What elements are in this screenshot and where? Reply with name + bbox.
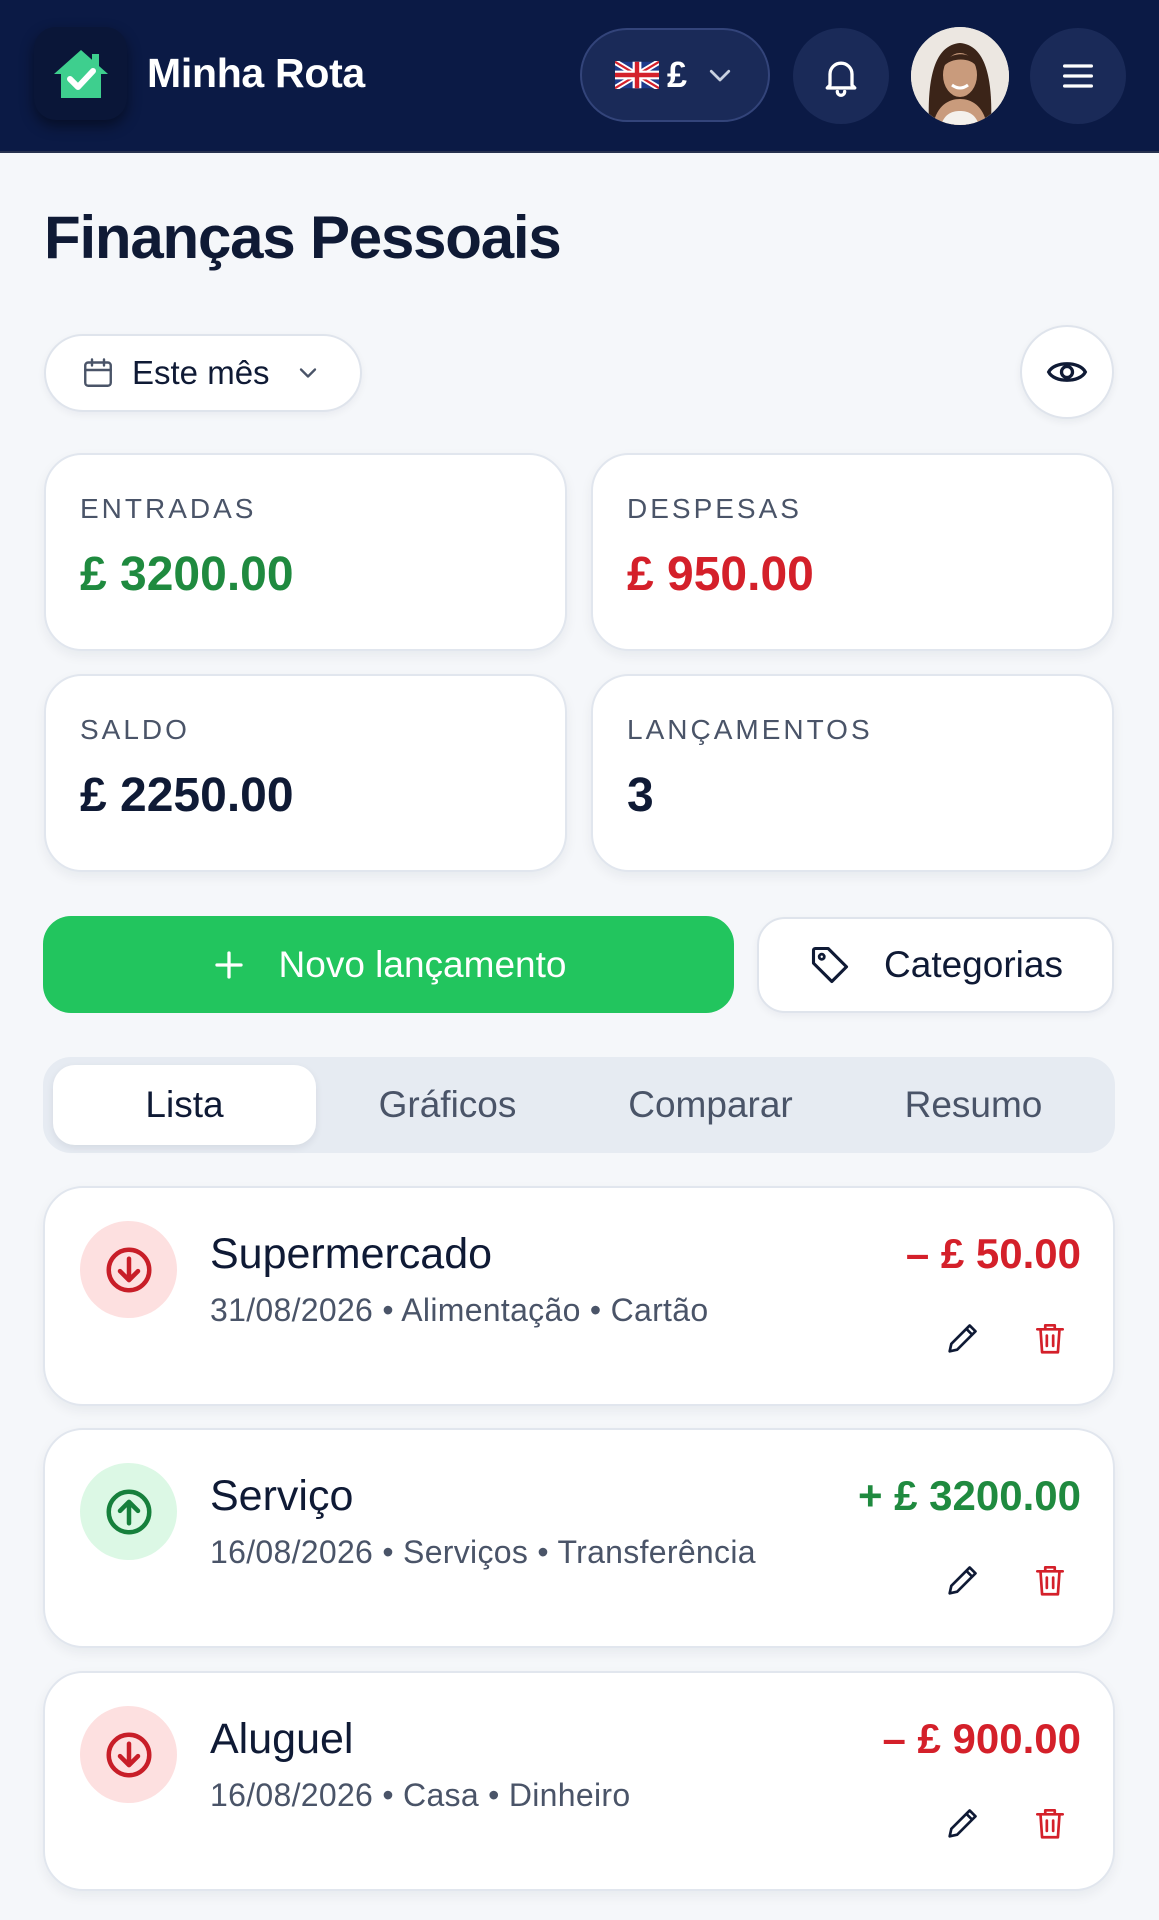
- tab-lista[interactable]: Lista: [53, 1065, 316, 1145]
- stat-card-saldo: SALDO £ 2250.00: [44, 674, 567, 872]
- transaction-card[interactable]: Supermercado 31/08/2026 • Alimentação • …: [43, 1186, 1115, 1406]
- transaction-title: Serviço: [210, 1472, 354, 1520]
- transaction-date: 16/08/2026: [210, 1777, 374, 1813]
- transaction-method: Dinheiro: [508, 1777, 631, 1813]
- notifications-button[interactable]: [793, 28, 889, 124]
- transaction-category: Casa: [403, 1777, 479, 1813]
- transaction-title: Supermercado: [210, 1230, 493, 1278]
- trash-icon: [1035, 1565, 1065, 1596]
- trash-icon: [1035, 1808, 1065, 1839]
- arrow-down-circle-icon: [106, 1247, 151, 1292]
- transaction-amount: – £ 50.00: [905, 1230, 1081, 1277]
- transaction-method: Cartão: [610, 1292, 709, 1328]
- page-title: Finanças Pessoais: [44, 204, 562, 271]
- eye-icon: [1046, 362, 1088, 382]
- stat-label: DESPESAS: [627, 493, 802, 524]
- currency-selector[interactable]: £: [580, 28, 770, 122]
- transaction-meta: 16/08/2026 • Serviços • Transferência: [210, 1534, 756, 1570]
- edit-button[interactable]: [938, 1555, 988, 1605]
- toggle-visibility-button[interactable]: [1020, 325, 1114, 419]
- transaction-title: Aluguel: [210, 1715, 354, 1763]
- delete-button[interactable]: [1025, 1555, 1075, 1605]
- pencil-icon: [948, 1324, 977, 1353]
- edit-button[interactable]: [938, 1313, 988, 1363]
- tab-resumo[interactable]: Resumo: [842, 1065, 1105, 1145]
- new-entry-label: Novo lançamento: [278, 943, 567, 985]
- currency-symbol: £: [667, 54, 688, 95]
- edit-button[interactable]: [938, 1798, 988, 1848]
- calendar-icon: [84, 358, 112, 387]
- arrow-up-circle-icon: [106, 1489, 151, 1534]
- bell-icon: [825, 61, 857, 97]
- transaction-date: 16/08/2026: [210, 1534, 374, 1570]
- plus-icon: [214, 950, 243, 979]
- tag-icon: [811, 946, 849, 984]
- delete-button[interactable]: [1025, 1798, 1075, 1848]
- stat-label: ENTRADAS: [80, 493, 257, 524]
- pencil-icon: [948, 1566, 977, 1595]
- stat-value-saldo: £ 2250.00: [80, 769, 294, 822]
- expense-icon-badge: [80, 1706, 177, 1803]
- view-tabs: Lista Gráficos Comparar Resumo: [43, 1057, 1115, 1153]
- avatar-photo: [911, 27, 1009, 125]
- chevron-down-icon: [709, 69, 731, 82]
- transaction-date: 31/08/2026: [210, 1292, 374, 1328]
- menu-button[interactable]: [1030, 28, 1126, 124]
- trash-icon: [1035, 1323, 1065, 1354]
- home-check-icon: [53, 49, 108, 98]
- new-entry-button[interactable]: Novo lançamento: [43, 916, 734, 1013]
- stat-value-lancamentos: 3: [627, 769, 654, 822]
- top-app-bar: Minha Rota £: [0, 0, 1159, 153]
- user-avatar[interactable]: [911, 27, 1009, 125]
- stat-label: LANÇAMENTOS: [627, 714, 873, 745]
- stat-card-despesas: DESPESAS £ 950.00: [591, 453, 1114, 651]
- menu-icon: [1063, 64, 1093, 88]
- period-label: Este mês: [132, 354, 270, 391]
- categories-button[interactable]: Categorias: [757, 917, 1114, 1013]
- stat-card-entradas: ENTRADAS £ 3200.00: [44, 453, 567, 651]
- transaction-method: Transferência: [557, 1534, 756, 1570]
- transaction-category: Serviços: [403, 1534, 529, 1570]
- tab-comparar[interactable]: Comparar: [579, 1065, 842, 1145]
- stat-value-entradas: £ 3200.00: [80, 548, 294, 601]
- transaction-amount: + £ 3200.00: [857, 1472, 1081, 1519]
- stat-label: SALDO: [80, 714, 190, 745]
- tab-graficos[interactable]: Gráficos: [316, 1065, 579, 1145]
- transaction-category: Alimentação: [401, 1292, 581, 1328]
- pencil-icon: [948, 1809, 977, 1838]
- period-selector[interactable]: Este mês: [44, 334, 362, 412]
- transaction-card[interactable]: Aluguel 16/08/2026 • Casa • Dinheiro – £…: [43, 1671, 1115, 1891]
- transaction-card[interactable]: Serviço 16/08/2026 • Serviços • Transfer…: [43, 1428, 1115, 1648]
- stat-value-despesas: £ 950.00: [627, 548, 814, 601]
- stat-card-lancamentos: LANÇAMENTOS 3: [591, 674, 1114, 872]
- transaction-amount: – £ 900.00: [882, 1715, 1081, 1762]
- income-icon-badge: [80, 1463, 177, 1560]
- chevron-down-icon: [299, 368, 316, 378]
- transaction-meta: 31/08/2026 • Alimentação • Cartão: [210, 1292, 709, 1328]
- arrow-down-circle-icon: [106, 1732, 151, 1777]
- app-logo[interactable]: [34, 27, 127, 120]
- delete-button[interactable]: [1025, 1313, 1075, 1363]
- app-title: Minha Rota: [147, 50, 365, 96]
- categories-label: Categorias: [884, 944, 1063, 985]
- transaction-meta: 16/08/2026 • Casa • Dinheiro: [210, 1777, 631, 1813]
- uk-flag-icon: [615, 61, 659, 89]
- expense-icon-badge: [80, 1221, 177, 1318]
